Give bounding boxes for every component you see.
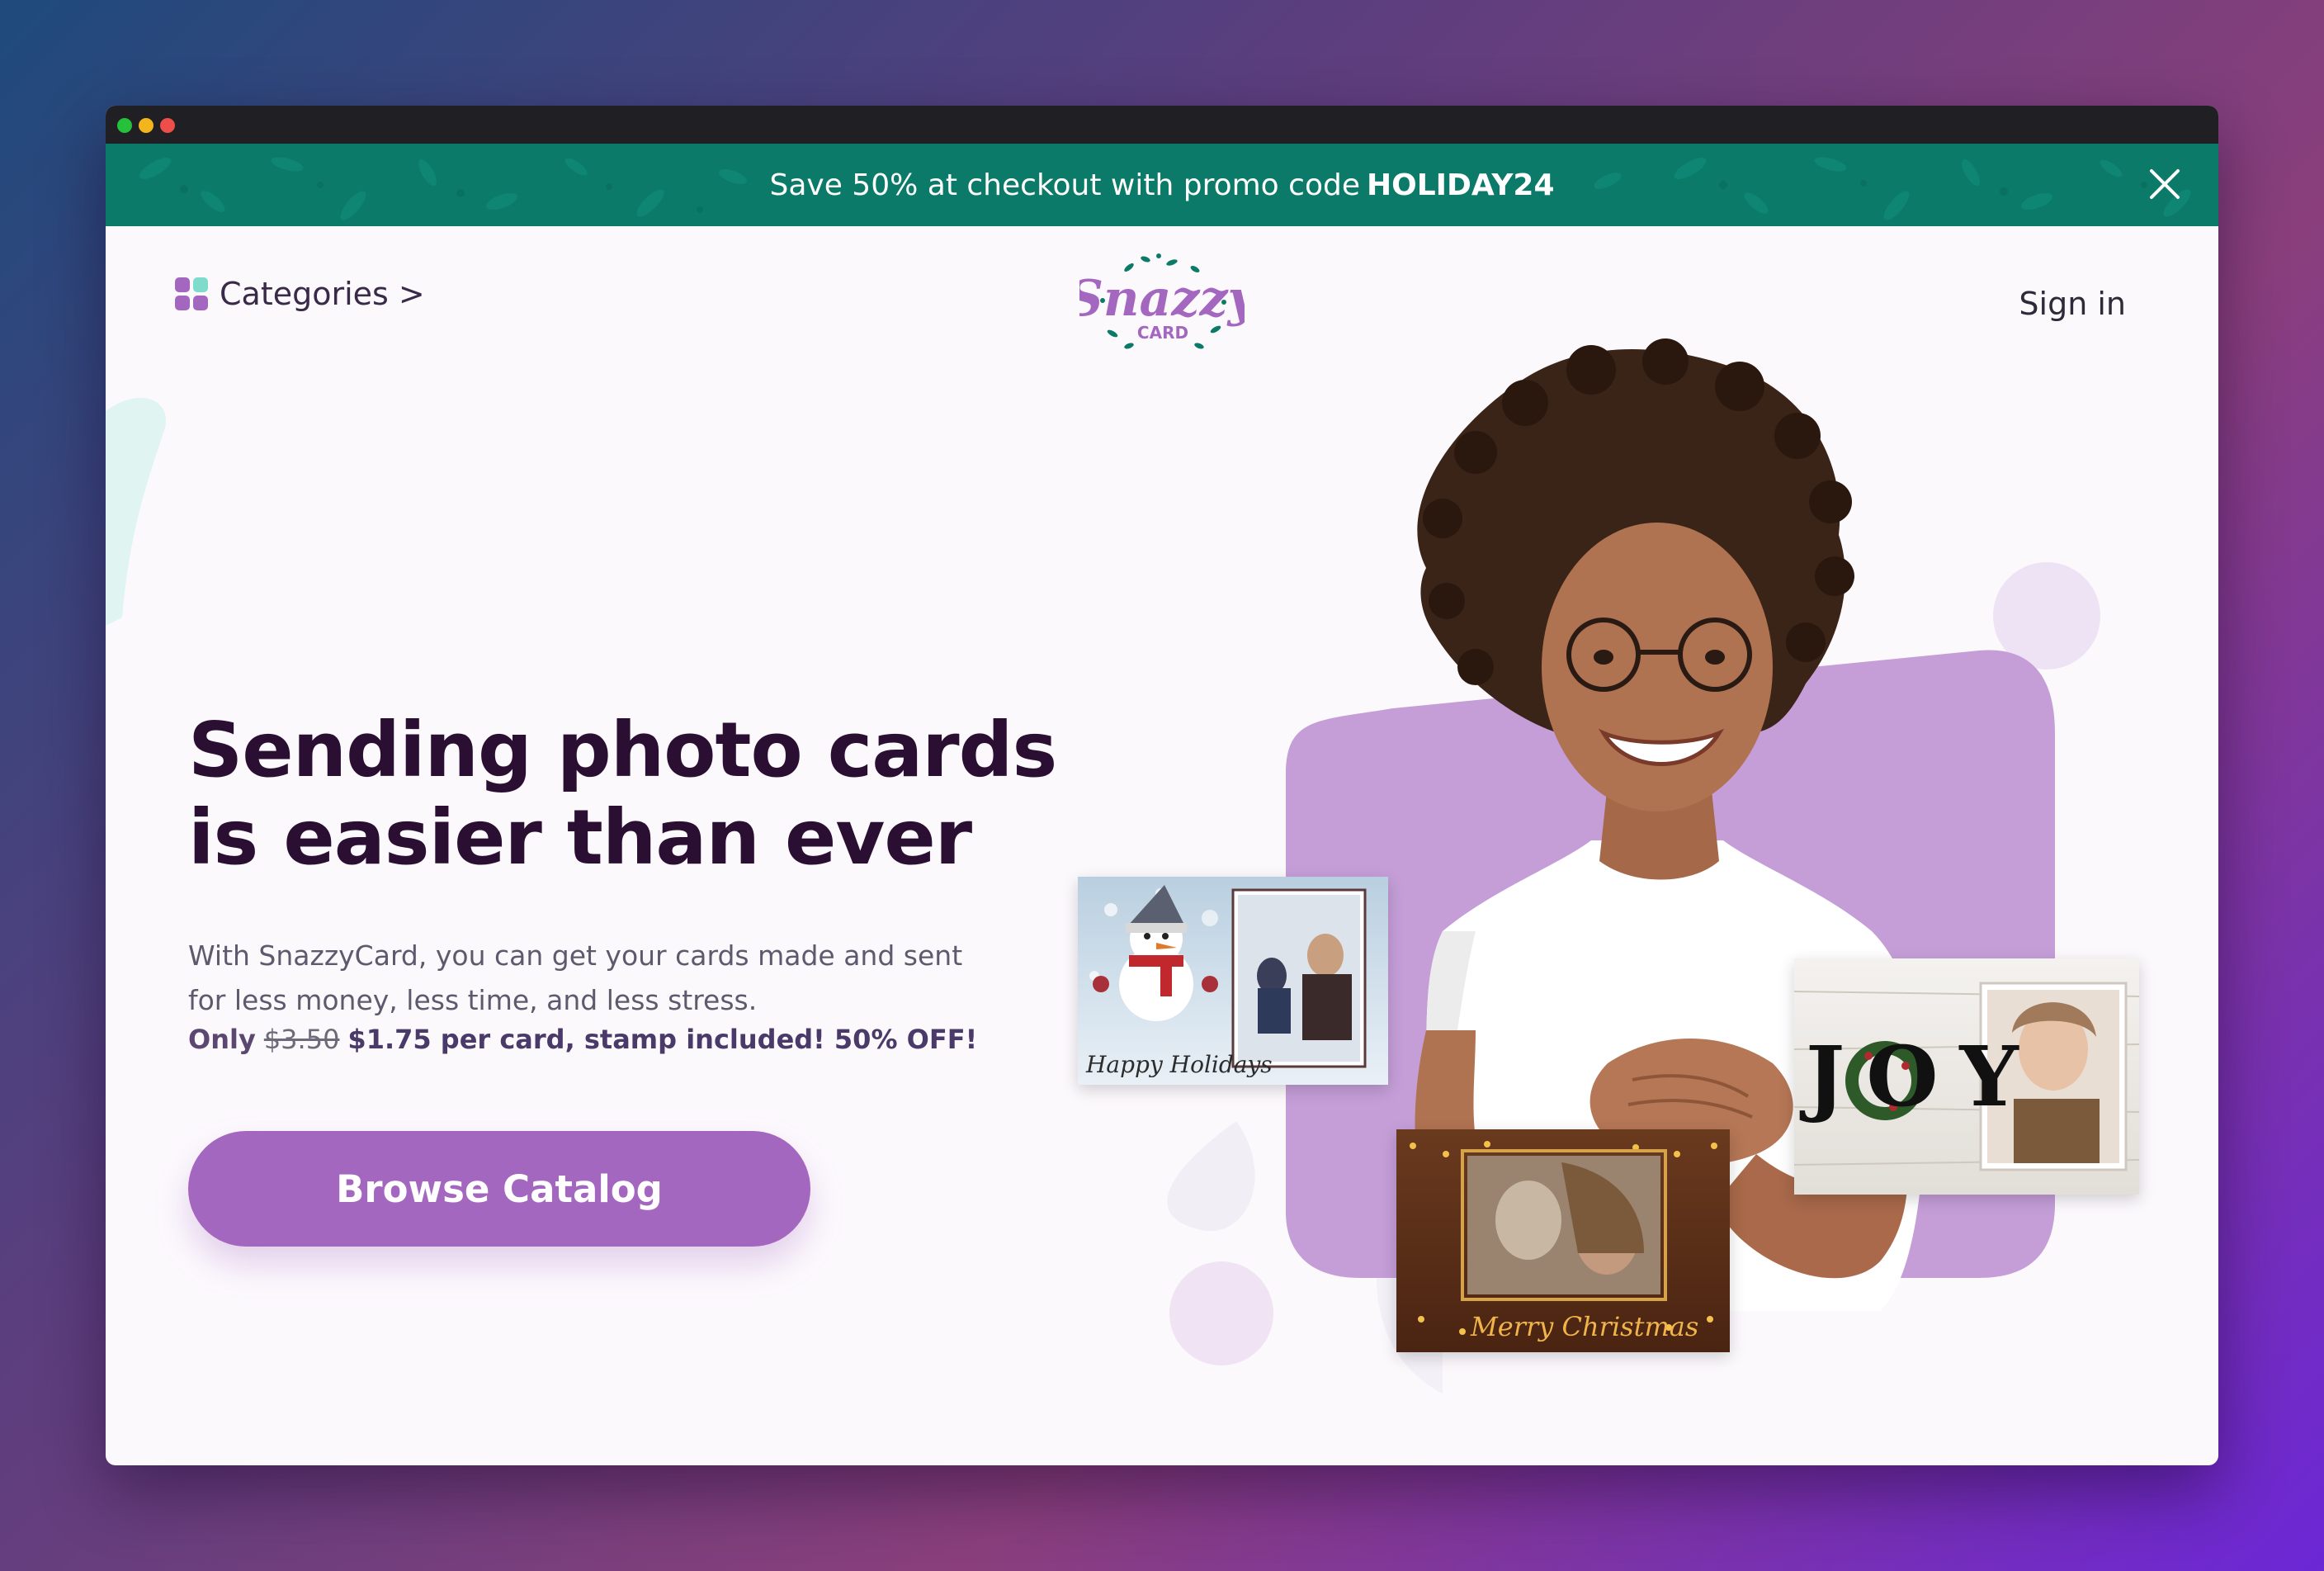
price-line: Only $3.50 $1.75 per card, stamp include… — [188, 1024, 977, 1055]
hero-title: Sending photo cards is easier than ever — [188, 707, 1063, 882]
card-happy-holidays: Happy Holidays — [1078, 877, 1388, 1085]
promo-message: Save 50% at checkout with promo code — [769, 168, 1360, 202]
hero-subtitle-line1: With SnazzyCard, you can get your cards … — [188, 939, 963, 972]
snazzy-card-logo[interactable]: Snazzy CARD — [1079, 251, 1245, 358]
price-only: Only — [188, 1024, 256, 1055]
window-maximize-button[interactable] — [117, 118, 132, 133]
card-merry-christmas: Merry Christmas — [1396, 1129, 1730, 1352]
promo-banner: Save 50% at checkout with promo code HOL… — [106, 144, 2218, 226]
card-joy-text: JOY — [1806, 1028, 2040, 1125]
hero-subtitle-line2: for less money, less time, and less stre… — [188, 984, 758, 1016]
price-new: $1.75 per card, stamp included! 50% OFF! — [347, 1024, 978, 1055]
card-happy-holidays-text: Happy Holidays — [1086, 1051, 1273, 1078]
hero-subtitle: With SnazzyCard, you can get your cards … — [188, 934, 1030, 1023]
browser-window: Save 50% at checkout with promo code HOL… — [106, 106, 2218, 1465]
card-merry-christmas-text: Merry Christmas — [1471, 1311, 1699, 1342]
grid-icon — [175, 277, 208, 310]
window-minimize-button[interactable] — [139, 118, 154, 133]
price-old: $3.50 — [263, 1024, 340, 1055]
top-nav: Categories > Snazzy CARD Sign in — [106, 226, 2218, 358]
close-icon[interactable] — [2144, 163, 2185, 205]
hero-title-line1: Sending photo cards — [188, 706, 1057, 794]
window-titlebar — [106, 106, 2218, 144]
window-close-button[interactable] — [160, 118, 175, 133]
sign-in-link[interactable]: Sign in — [2019, 286, 2126, 322]
categories-label: Categories > — [220, 276, 425, 312]
browse-catalog-button[interactable]: Browse Catalog — [188, 1131, 810, 1247]
svg-text:Snazzy: Snazzy — [1079, 270, 1245, 328]
svg-text:CARD: CARD — [1137, 323, 1188, 343]
card-joy: JOY — [1794, 958, 2139, 1195]
categories-menu[interactable]: Categories > — [175, 276, 425, 312]
promo-code: HOLIDAY24 — [1366, 168, 1555, 202]
promo-text: Save 50% at checkout with promo code HOL… — [770, 168, 1555, 202]
hero-title-line2: is easier than ever — [188, 793, 972, 882]
